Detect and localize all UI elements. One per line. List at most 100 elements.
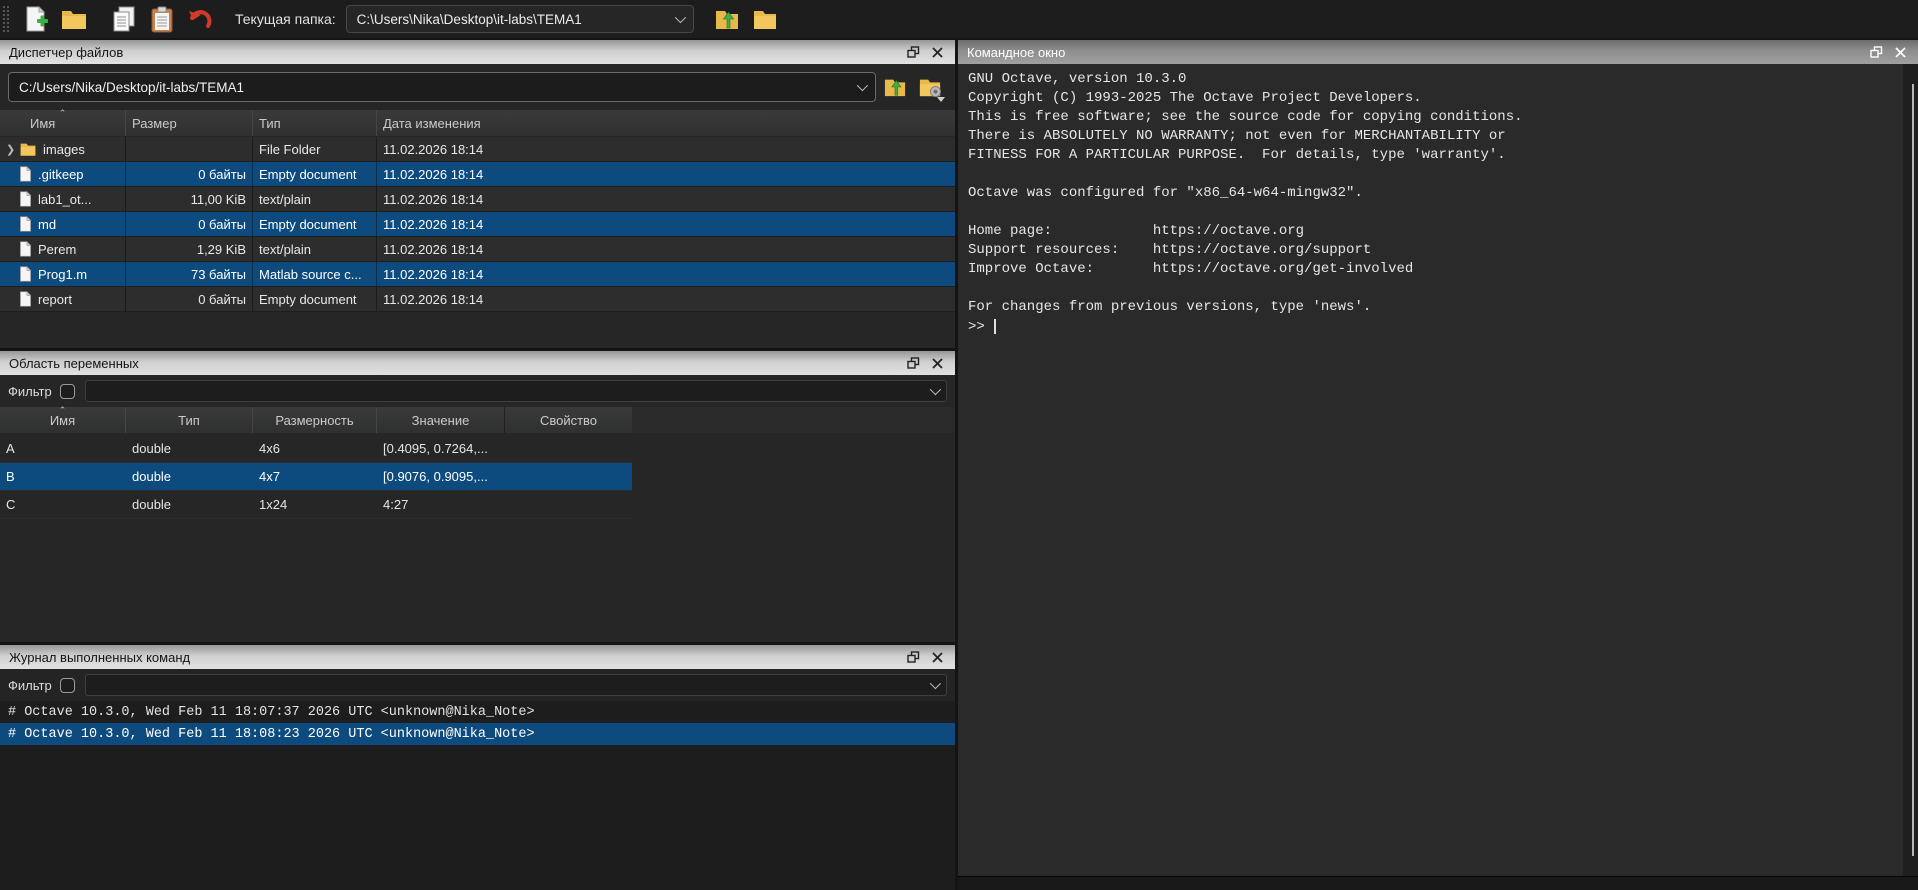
- file-table-row[interactable]: ❯ .gitkeep 0 байты Empty document 1: [0, 162, 955, 187]
- header-filler: [632, 407, 955, 433]
- filter-label: Фильтр: [8, 678, 52, 693]
- workspace-table-header: ⌃ Имя Тип Размерность Значение Свойство: [0, 407, 632, 433]
- vertical-scrollbar[interactable]: [1903, 64, 1918, 876]
- file-date: 11.02.2026 18:14: [377, 237, 955, 261]
- variable-name: C: [0, 491, 126, 518]
- column-header-value[interactable]: Значение: [377, 407, 505, 433]
- variable-row[interactable]: A double 4x6 [0.4095, 0.7264,...: [0, 435, 632, 463]
- variable-name: B: [0, 463, 126, 490]
- chevron-down-icon: [930, 384, 941, 395]
- variable-row[interactable]: B double 4x7 [0.9076, 0.9095,...: [0, 463, 632, 491]
- file-name: Prog1.m: [38, 267, 87, 282]
- command-window-panel: Командное окно GNU Octave, version 10.3.…: [958, 40, 1918, 890]
- close-panel-icon[interactable]: [925, 353, 949, 373]
- filter-checkbox[interactable]: [60, 384, 75, 399]
- column-header-date[interactable]: Дата изменения: [377, 110, 955, 136]
- file-size: 1,29 KiB: [126, 237, 253, 261]
- panel-title: Командное окно: [967, 45, 1864, 60]
- variable-name: A: [0, 435, 126, 462]
- octave-main-window: Текущая папка: C:\Users\Nika\Desktop\it-…: [0, 0, 1918, 890]
- column-header-attribute[interactable]: Свойство: [505, 407, 632, 433]
- folder-up-icon[interactable]: [879, 73, 911, 101]
- variable-attribute: [505, 491, 632, 518]
- variable-row[interactable]: C double 1x24 4:27: [0, 491, 632, 519]
- file-name: lab1_ot...: [38, 192, 92, 207]
- float-panel-icon[interactable]: [901, 353, 925, 373]
- history-entry-text: # Octave 10.3.0, Wed Feb 11 18:08:23 202…: [8, 727, 535, 742]
- command-history-list: # Octave 10.3.0, Wed Feb 11 18:07:37 202…: [0, 701, 955, 890]
- scrollbar-thumb[interactable]: [1912, 84, 1914, 856]
- folder-actions-icon[interactable]: [914, 73, 946, 101]
- folder-up-icon[interactable]: [708, 3, 746, 35]
- file-date: 11.02.2026 18:14: [377, 137, 955, 161]
- file-date: 11.02.2026 18:14: [377, 187, 955, 211]
- current-folder-combobox[interactable]: C:\Users\Nika\Desktop\it-labs\TEMA1: [346, 5, 694, 33]
- expand-chevron-icon[interactable]: ❯: [6, 143, 19, 156]
- variable-attribute: [505, 435, 632, 462]
- workspace-titlebar[interactable]: Область переменных: [0, 351, 955, 375]
- close-panel-icon[interactable]: [925, 42, 949, 62]
- paste-icon[interactable]: [143, 3, 181, 35]
- variable-dimension: 1x24: [253, 491, 377, 518]
- command-window-output[interactable]: GNU Octave, version 10.3.0 Copyright (C)…: [958, 64, 1903, 876]
- column-header-type[interactable]: Тип: [126, 407, 253, 433]
- column-header-size[interactable]: Размер: [126, 110, 253, 136]
- column-header-dims[interactable]: Размерность: [253, 407, 377, 433]
- file-browser-path-value: C:/Users/Nika/Desktop/it-labs/TEMA1: [19, 80, 857, 95]
- undo-icon[interactable]: [181, 3, 219, 35]
- filter-checkbox[interactable]: [60, 678, 75, 693]
- new-script-icon[interactable]: [17, 3, 55, 35]
- command-window-bottom-strip: [958, 876, 1918, 890]
- history-entry-text: # Octave 10.3.0, Wed Feb 11 18:07:37 202…: [8, 705, 535, 720]
- file-type: Matlab source c...: [253, 262, 377, 286]
- file-name: report: [38, 292, 72, 307]
- panel-title: Журнал выполненных команд: [9, 650, 901, 665]
- panel-title: Диспетчер файлов: [9, 45, 901, 60]
- chevron-down-icon: [857, 80, 868, 91]
- file-type: Empty document: [253, 162, 377, 186]
- file-icon: [19, 266, 32, 282]
- column-header-name[interactable]: ⌃ Имя: [0, 110, 126, 136]
- file-size: 73 байты: [126, 262, 253, 286]
- column-header-type[interactable]: Тип: [253, 110, 377, 136]
- filter-combobox[interactable]: [85, 674, 947, 696]
- command-history-titlebar[interactable]: Журнал выполненных команд: [0, 645, 955, 669]
- current-folder-value: C:\Users\Nika\Desktop\it-labs\TEMA1: [357, 12, 675, 27]
- variable-type: double: [126, 463, 253, 490]
- file-date: 11.02.2026 18:14: [377, 287, 955, 311]
- file-icon: [19, 291, 32, 307]
- file-browser-path-combobox[interactable]: C:/Users/Nika/Desktop/it-labs/TEMA1: [8, 72, 876, 102]
- float-panel-icon[interactable]: [901, 647, 925, 667]
- variable-dimension: 4x7: [253, 463, 377, 490]
- file-table-row[interactable]: ❯ md 0 байты Empty document 11.02.2: [0, 212, 955, 237]
- close-panel-icon[interactable]: [1888, 42, 1912, 62]
- workspace-table-body: A double 4x6 [0.4095, 0.7264,... B doubl…: [0, 435, 955, 519]
- column-header-name[interactable]: ⌃ Имя: [0, 407, 126, 433]
- history-entry[interactable]: # Octave 10.3.0, Wed Feb 11 18:08:23 202…: [0, 723, 955, 745]
- file-table-row[interactable]: ❯ report 0 байты Empty document 11.: [0, 287, 955, 312]
- open-folder-icon[interactable]: [55, 3, 93, 35]
- file-table-row[interactable]: ❯ lab1_ot... 11,00 KiB text/plain 1: [0, 187, 955, 212]
- file-browser-titlebar[interactable]: Диспетчер файлов: [0, 40, 955, 64]
- sort-ascending-icon: ⌃: [0, 406, 125, 415]
- chevron-down-icon: [930, 678, 941, 689]
- file-table-row[interactable]: ❯ Perem 1,29 KiB text/plain 11.02.2: [0, 237, 955, 262]
- file-type: File Folder: [253, 137, 377, 161]
- panel-title: Область переменных: [9, 356, 901, 371]
- file-table-row[interactable]: ❯ images File Folder 11.02.2026 18: [0, 137, 955, 162]
- folder-browse-icon[interactable]: [746, 3, 784, 35]
- float-panel-icon[interactable]: [1864, 42, 1888, 62]
- file-type: text/plain: [253, 187, 377, 211]
- filter-combobox[interactable]: [85, 380, 947, 402]
- current-folder-label: Текущая папка:: [235, 11, 336, 27]
- variable-dimension: 4x6: [253, 435, 377, 462]
- file-table-row[interactable]: ❯ Prog1.m 73 байты Matlab source c...: [0, 262, 955, 287]
- copy-icon[interactable]: [105, 3, 143, 35]
- file-size: [126, 137, 253, 161]
- close-panel-icon[interactable]: [925, 647, 949, 667]
- history-entry[interactable]: # Octave 10.3.0, Wed Feb 11 18:07:37 202…: [0, 701, 955, 723]
- toolbar-drag-handle[interactable]: [2, 5, 11, 33]
- command-window-titlebar[interactable]: Командное окно: [958, 40, 1918, 64]
- float-panel-icon[interactable]: [901, 42, 925, 62]
- variable-type: double: [126, 435, 253, 462]
